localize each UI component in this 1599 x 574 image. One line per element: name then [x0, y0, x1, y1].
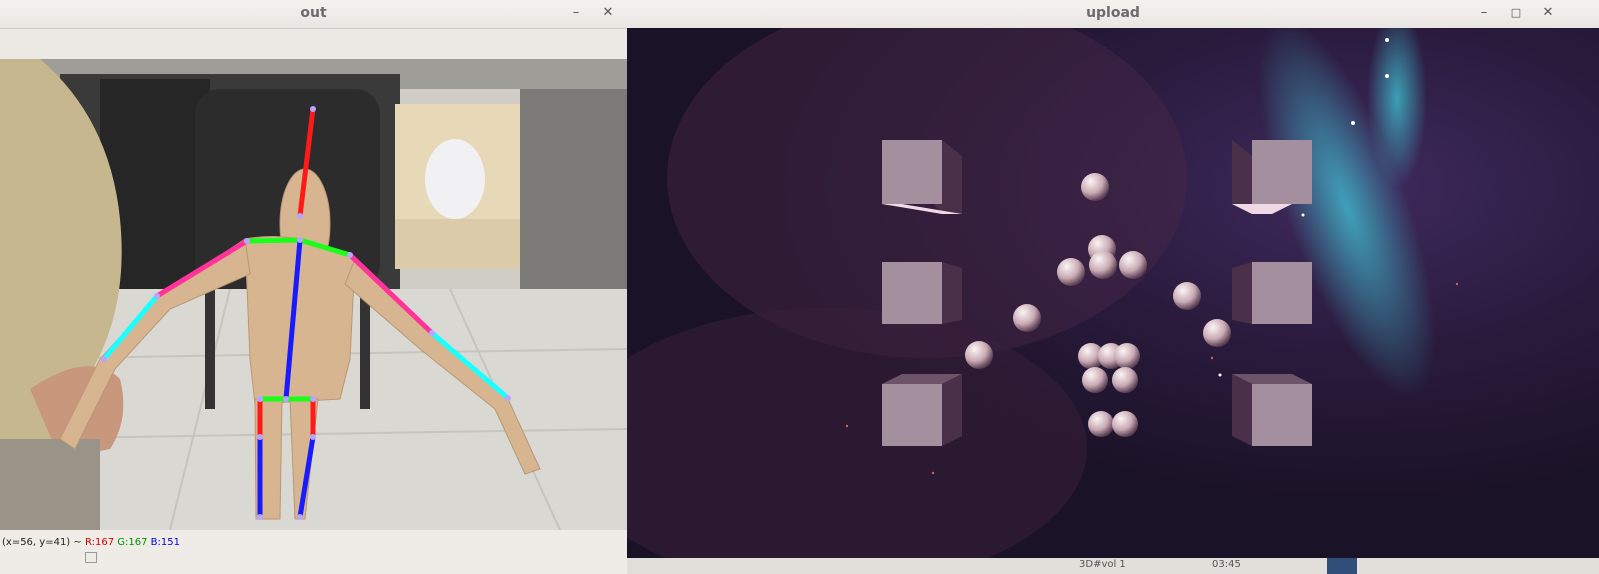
camera-image[interactable] — [0, 59, 627, 530]
minimize-icon[interactable]: – — [567, 4, 585, 22]
upload-titlebar[interactable]: upload – □ ✕ — [627, 0, 1599, 29]
out-titlebar[interactable]: out – ✕ — [0, 0, 627, 29]
cube-mid-right — [1232, 262, 1312, 324]
scroll-handle[interactable] — [85, 552, 97, 563]
taskbar-item-1: 3D#vol 1 — [1079, 559, 1126, 570]
cube-top-left — [882, 140, 962, 214]
taskbar-icon[interactable] — [1327, 558, 1357, 574]
upload-window: upload – □ ✕ 3D#vol 1 03:45 — [627, 0, 1599, 574]
minimize-icon[interactable]: – — [1475, 4, 1493, 22]
out-statusbar: (x=56, y=41) ~ R:167 G:167 B:151 — [0, 531, 627, 574]
out-window: out – ✕ (x=56, y=41) ~ R:167 G:167 B:151 — [0, 0, 627, 574]
close-icon[interactable]: ✕ — [1539, 4, 1557, 22]
cube-bottom-right — [1232, 374, 1312, 446]
blue-value: B:151 — [150, 537, 180, 548]
taskbar-item-2: 03:45 — [1212, 559, 1241, 570]
upload-window-title: upload — [1086, 5, 1140, 21]
background-taskbar: 3D#vol 1 03:45 — [627, 558, 1599, 574]
maximize-icon[interactable]: □ — [1507, 4, 1525, 22]
pixel-info-text: (x=56, y=41) ~ R:167 G:167 B:151 — [2, 537, 180, 548]
cursor-coords: (x=56, y=41) ~ — [2, 537, 82, 548]
cube-bottom-left — [882, 374, 962, 446]
green-value: G:167 — [117, 537, 148, 548]
cube-mid-left — [882, 262, 962, 324]
close-icon[interactable]: ✕ — [599, 4, 617, 22]
cube-top-right — [1232, 140, 1312, 214]
red-value: R:167 — [84, 537, 115, 548]
out-toolbar — [0, 29, 627, 59]
out-window-title: out — [300, 5, 327, 21]
3d-scene-viewport[interactable] — [627, 28, 1599, 558]
